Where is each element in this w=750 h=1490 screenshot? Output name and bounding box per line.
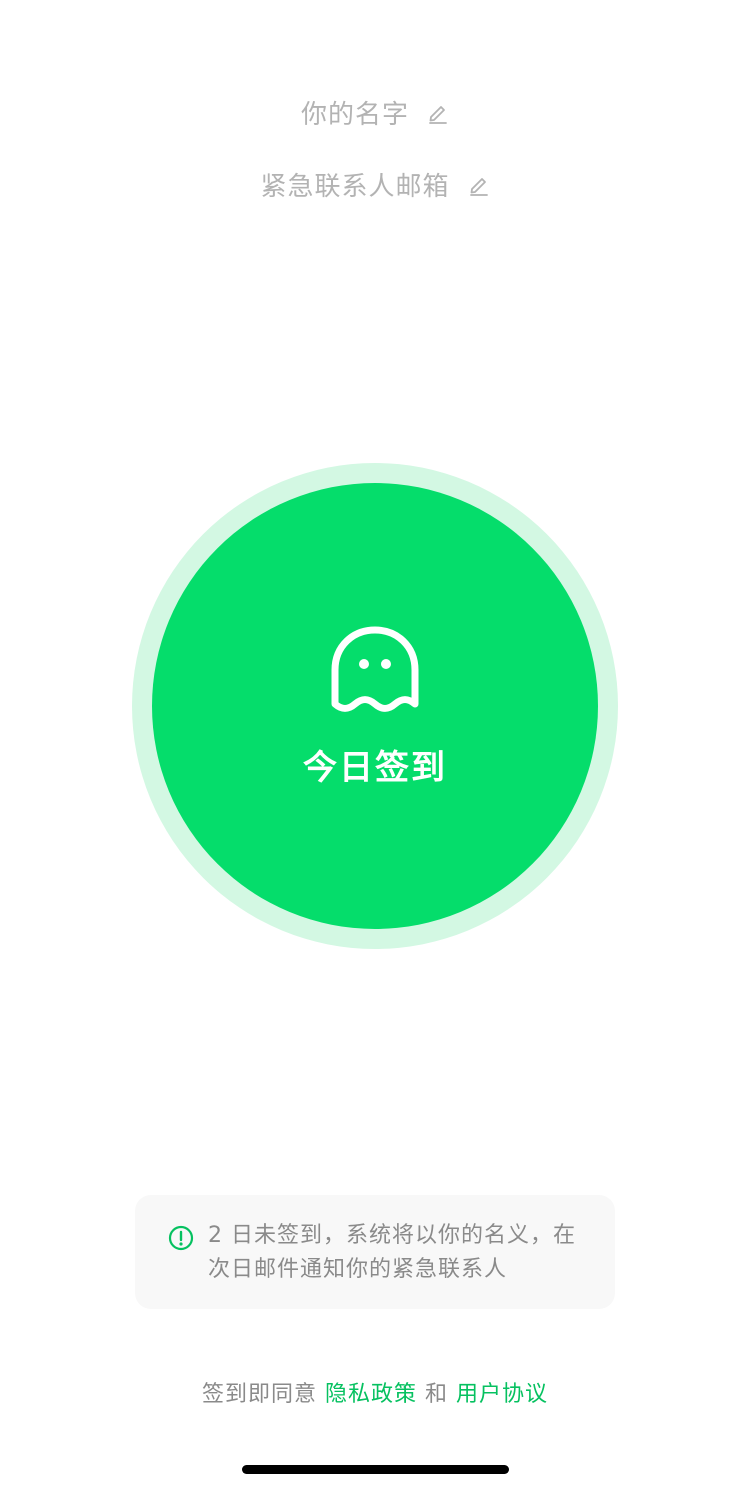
- ghost-icon: [329, 626, 421, 716]
- user-agreement-link[interactable]: 用户协议: [456, 1382, 548, 1407]
- agreement-prefix: 签到即同意: [201, 1382, 317, 1407]
- emergency-email-label: 紧急联系人邮箱: [260, 171, 450, 202]
- privacy-policy-link[interactable]: 隐私政策: [325, 1382, 417, 1407]
- name-field[interactable]: 你的名字: [0, 92, 750, 132]
- home-indicator[interactable]: [242, 1465, 509, 1474]
- emergency-email-field[interactable]: 紧急联系人邮箱: [0, 164, 750, 204]
- notice-text: 2 日未签到，系统将以你的名义，在次日邮件通知你的紧急联系人: [208, 1223, 576, 1282]
- agreement-line: 签到即同意 隐私政策和用户协议: [0, 1376, 750, 1408]
- checkin-label: 今日签到: [303, 748, 447, 788]
- exclamation-circle-icon: [168, 1225, 194, 1251]
- agreement-conjunction: 和: [425, 1382, 449, 1407]
- pencil-icon[interactable]: [468, 173, 490, 196]
- pencil-icon[interactable]: [427, 101, 449, 124]
- name-field-label: 你的名字: [300, 99, 409, 130]
